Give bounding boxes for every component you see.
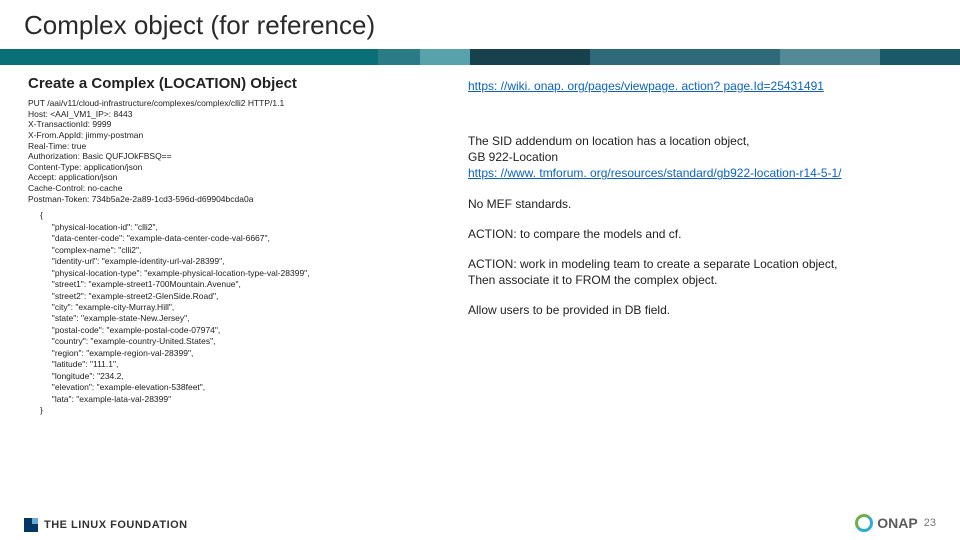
mef-note: No MEF standards.: [468, 196, 940, 212]
sid-note: The SID addendum on location has a locat…: [468, 133, 940, 182]
sid-line-2: GB 922-Location: [468, 150, 558, 164]
tmf-link[interactable]: https: //www. tmforum. org/resources/sta…: [468, 166, 842, 180]
wiki-link[interactable]: https: //wiki. onap. org/pages/viewpage.…: [468, 79, 940, 93]
linux-foundation-logo: THE LINUX FOUNDATION: [24, 518, 188, 532]
slide-title: Complex object (for reference): [24, 10, 936, 41]
action-modeling-line-1: ACTION: work in modeling team to create …: [468, 257, 838, 271]
onap-logo: ONAP: [855, 514, 917, 532]
onap-text: ONAP: [877, 515, 917, 531]
action-modeling: ACTION: work in modeling team to create …: [468, 256, 940, 288]
lf-mark-icon: [24, 518, 38, 532]
sid-line-1: The SID addendum on location has a locat…: [468, 134, 750, 148]
http-headers-block: PUT /aai/v11/cloud-infrastructure/comple…: [28, 98, 448, 204]
action-modeling-line-2: Then associate it to FROM the complex ob…: [468, 273, 717, 287]
section-subhead: Create a Complex (LOCATION) Object: [28, 75, 448, 92]
lf-text: THE LINUX FOUNDATION: [44, 519, 188, 531]
page-number: 23: [924, 517, 936, 529]
decorative-band: [0, 49, 960, 65]
json-body-block: { "physical-location-id": "clli2", "data…: [40, 210, 448, 416]
onap-ring-icon: [855, 514, 873, 532]
db-note: Allow users to be provided in DB field.: [468, 302, 940, 318]
action-compare: ACTION: to compare the models and cf.: [468, 226, 940, 242]
